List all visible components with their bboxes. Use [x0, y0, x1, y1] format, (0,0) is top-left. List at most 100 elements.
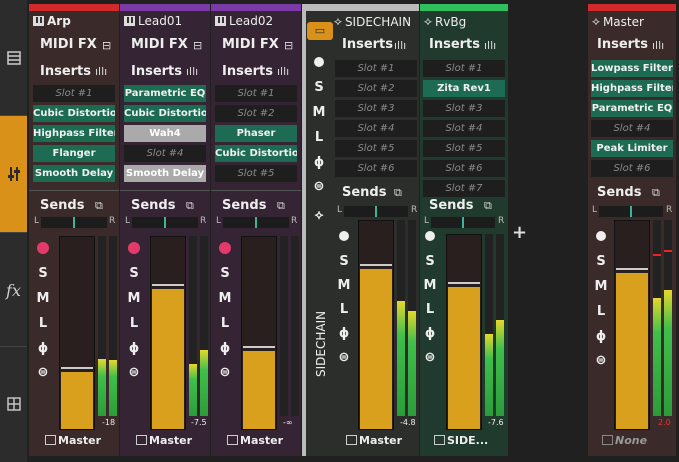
- folder-icon[interactable]: ▭: [307, 22, 333, 40]
- insert-slot-6[interactable]: Slot #6: [423, 160, 505, 177]
- midi-fx-header[interactable]: MIDI FX: [131, 37, 188, 52]
- volume-fader[interactable]: [59, 236, 95, 430]
- track-name[interactable]: Lead01: [124, 14, 182, 28]
- mute-button[interactable]: M: [337, 278, 351, 293]
- link-button[interactable]: L: [312, 130, 326, 145]
- output-route[interactable]: Master: [227, 434, 283, 447]
- insert-slot-3[interactable]: Slot #3: [423, 100, 505, 117]
- waveform-icon[interactable]: ıllı: [95, 65, 107, 78]
- inserts-header[interactable]: Inserts: [429, 37, 480, 52]
- output-route[interactable]: Master: [45, 434, 101, 447]
- mute-button[interactable]: M: [312, 105, 326, 120]
- input-monitor-button[interactable]: [339, 231, 349, 241]
- insert-slot-1[interactable]: Slot #1: [33, 85, 115, 102]
- pan-indicator[interactable]: [255, 217, 257, 228]
- monitor-icon[interactable]: ⊜: [423, 350, 437, 365]
- midi-fx-settings-icon[interactable]: ⊟: [193, 39, 202, 52]
- monitor-icon[interactable]: ⊜: [127, 365, 141, 380]
- volume-fader[interactable]: [446, 234, 482, 430]
- solo-button[interactable]: S: [218, 266, 232, 281]
- mute-button[interactable]: M: [423, 278, 437, 293]
- inserts-header[interactable]: Inserts: [597, 37, 648, 52]
- waveform-icon[interactable]: ıllı: [394, 39, 406, 52]
- link-button[interactable]: L: [218, 316, 232, 331]
- waveform-icon[interactable]: ıllı: [484, 39, 496, 52]
- mute-button[interactable]: M: [218, 291, 232, 306]
- volume-fader[interactable]: [241, 236, 277, 430]
- sends-header[interactable]: Sends: [40, 198, 84, 213]
- track-name[interactable]: ⟡ Master: [592, 14, 644, 29]
- sends-header[interactable]: Sends: [429, 198, 473, 213]
- phase-invert-button[interactable]: ϕ: [36, 341, 50, 356]
- output-route[interactable]: Master: [346, 434, 402, 447]
- insert-slot-5[interactable]: Slot #5: [215, 165, 297, 182]
- solo-button[interactable]: S: [312, 80, 326, 95]
- solo-button[interactable]: S: [594, 254, 608, 269]
- fader-handle[interactable]: [243, 346, 275, 348]
- inserts-header[interactable]: Inserts: [40, 64, 91, 79]
- midi-fx-header[interactable]: MIDI FX: [40, 37, 97, 52]
- insert-slot-6[interactable]: Slot #6: [335, 160, 417, 177]
- pan-indicator[interactable]: [375, 206, 377, 217]
- fader-handle[interactable]: [448, 282, 480, 284]
- send-add-icon[interactable]: ⧉: [652, 186, 660, 200]
- track-name[interactable]: ⟡ SIDECHAIN: [334, 14, 411, 29]
- insert-slot-5[interactable]: Peak Limiter: [591, 140, 673, 157]
- track-name[interactable]: ⟡ RvBg: [424, 14, 466, 29]
- insert-slot-4[interactable]: Slot #4: [423, 120, 505, 137]
- insert-slot-4[interactable]: Flanger: [33, 145, 115, 162]
- insert-slot-2[interactable]: Zita Rev1: [423, 80, 505, 97]
- insert-slot-1[interactable]: Slot #1: [215, 85, 297, 102]
- track-name[interactable]: Lead02: [215, 14, 273, 28]
- mixer-icon[interactable]: [0, 116, 27, 232]
- sends-header[interactable]: Sends: [222, 198, 266, 213]
- volume-fader[interactable]: [150, 236, 186, 430]
- solo-button[interactable]: S: [127, 266, 141, 281]
- insert-slot-5[interactable]: Smooth Delay: [124, 165, 206, 182]
- insert-slot-7[interactable]: Slot #7: [423, 180, 505, 197]
- solo-button[interactable]: S: [423, 254, 437, 269]
- pan-indicator[interactable]: [73, 217, 75, 228]
- bus-icon[interactable]: ⟡: [312, 208, 326, 223]
- send-add-icon[interactable]: ⧉: [277, 199, 285, 213]
- input-monitor-button[interactable]: [314, 57, 324, 67]
- send-add-icon[interactable]: ⧉: [95, 199, 103, 213]
- send-add-icon[interactable]: ⧉: [484, 199, 492, 213]
- record-arm-button[interactable]: [219, 242, 231, 254]
- monitor-icon[interactable]: ⊜: [594, 353, 608, 368]
- insert-slot-2[interactable]: Cubic Distortion: [124, 105, 206, 122]
- fader-handle[interactable]: [360, 264, 392, 266]
- insert-slot-3[interactable]: Phaser: [215, 125, 297, 142]
- mute-button[interactable]: M: [594, 279, 608, 294]
- insert-slot-3[interactable]: Wah4: [124, 125, 206, 142]
- record-arm-button[interactable]: [37, 242, 49, 254]
- solo-button[interactable]: S: [337, 254, 351, 269]
- fx-icon[interactable]: fx: [0, 272, 27, 308]
- solo-button[interactable]: S: [36, 266, 50, 281]
- waveform-icon[interactable]: ıllı: [652, 39, 664, 52]
- waveform-icon[interactable]: ıllı: [186, 65, 198, 78]
- midi-fx-header[interactable]: MIDI FX: [222, 37, 279, 52]
- insert-slot-1[interactable]: Parametric EQ: [124, 85, 206, 102]
- link-button[interactable]: L: [127, 316, 141, 331]
- add-strip-button[interactable]: +: [512, 222, 527, 243]
- volume-fader[interactable]: [358, 220, 394, 430]
- mute-button[interactable]: M: [127, 291, 141, 306]
- volume-fader[interactable]: [614, 220, 650, 430]
- send-add-icon[interactable]: ⧉: [186, 199, 194, 213]
- phase-invert-button[interactable]: ϕ: [218, 341, 232, 356]
- insert-slot-4[interactable]: Slot #4: [124, 145, 206, 162]
- output-route[interactable]: Master: [136, 434, 192, 447]
- list-icon[interactable]: [0, 40, 27, 76]
- fader-handle[interactable]: [616, 268, 648, 270]
- mute-button[interactable]: M: [36, 291, 50, 306]
- insert-slot-2[interactable]: Cubic Distortion: [33, 105, 115, 122]
- monitor-icon[interactable]: ⊜: [337, 350, 351, 365]
- insert-slot-1[interactable]: Slot #1: [335, 60, 417, 77]
- link-button[interactable]: L: [423, 302, 437, 317]
- output-route[interactable]: SIDE...: [434, 434, 488, 447]
- phase-invert-button[interactable]: ϕ: [594, 329, 608, 344]
- insert-slot-2[interactable]: Slot #2: [215, 105, 297, 122]
- link-button[interactable]: L: [36, 316, 50, 331]
- output-route[interactable]: None: [602, 434, 647, 447]
